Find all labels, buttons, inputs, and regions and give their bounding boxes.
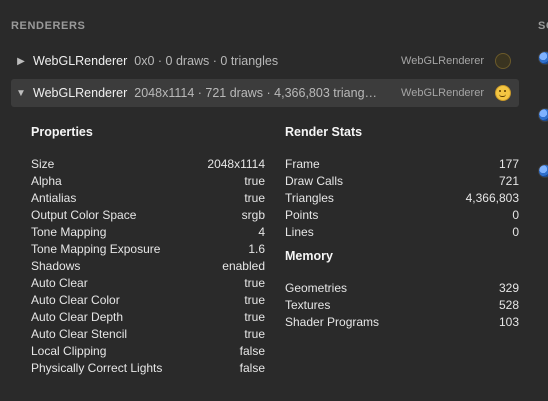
property-key: Tone Mapping Exposure <box>31 242 161 256</box>
property-value: false <box>239 344 265 358</box>
property-row: Draw Calls 721 <box>285 174 519 190</box>
property-row: Auto Clear Stencil true <box>31 327 265 343</box>
property-value: 103 <box>498 315 519 329</box>
property-value: 2048x1114 <box>207 157 265 171</box>
property-key: Auto Clear Color <box>31 293 120 307</box>
property-row: Local Clipping false <box>31 344 265 360</box>
property-key: Output Color Space <box>31 208 137 222</box>
property-value: 4 <box>258 225 265 239</box>
property-key: Shader Programs <box>285 315 380 329</box>
property-value: 4,366,803 <box>465 191 519 205</box>
property-value: true <box>244 276 265 290</box>
property-key: Draw Calls <box>285 174 344 188</box>
property-row: Output Color Space srgb <box>31 208 265 224</box>
emoji-face-icon[interactable] <box>495 53 511 69</box>
render-stats-heading: Render Stats <box>285 125 363 139</box>
property-row: Tone Mapping 4 <box>31 225 265 241</box>
collapse-arrow-icon[interactable]: ▼ <box>13 88 29 99</box>
emoji-face-icon[interactable] <box>495 85 511 101</box>
property-row: Points 0 <box>285 208 519 224</box>
property-value: 528 <box>498 298 519 312</box>
property-key: Geometries <box>285 281 348 295</box>
property-key: Points <box>285 208 319 222</box>
property-value: true <box>244 327 265 341</box>
property-key: Textures <box>285 298 331 312</box>
renderer-info: 0x0 · 0 draws · 0 triangles <box>134 54 279 68</box>
property-row: Physically Correct Lights false <box>31 361 265 377</box>
renderer-row-selected[interactable]: ▼ WebGLRenderer 2048x1114 · 721 draws · … <box>11 79 519 107</box>
property-value: srgb <box>241 208 265 222</box>
renderer-info: 2048x1114 · 721 draws · 4,366,803 triang… <box>134 86 378 100</box>
property-key: Alpha <box>31 174 62 188</box>
property-key: Lines <box>285 225 314 239</box>
property-key: Antialias <box>31 191 77 205</box>
property-row: Auto Clear Depth true <box>31 310 265 326</box>
renderer-name: WebGLRenderer <box>33 86 128 100</box>
property-value: false <box>239 361 265 375</box>
memory-heading: Memory <box>285 249 333 263</box>
property-value: true <box>244 191 265 205</box>
property-value: enabled <box>222 259 265 273</box>
property-value: 177 <box>498 157 519 171</box>
property-value: 0 <box>512 225 519 239</box>
property-row: Alpha true <box>31 174 265 190</box>
property-row: Tone Mapping Exposure 1.6 <box>31 242 265 258</box>
properties-heading: Properties <box>31 125 93 139</box>
globe-icon[interactable] <box>538 51 548 65</box>
property-key: Local Clipping <box>31 344 107 358</box>
property-row: Shadows enabled <box>31 259 265 275</box>
renderer-row[interactable]: ▶ WebGLRenderer 0x0 · 0 draws · 0 triang… <box>11 47 519 75</box>
property-key: Size <box>31 157 55 171</box>
property-key: Physically Correct Lights <box>31 361 163 375</box>
property-value: 329 <box>498 281 519 295</box>
property-key: Auto Clear Stencil <box>31 327 128 341</box>
property-row: Geometries 329 <box>285 281 519 297</box>
property-value: true <box>244 310 265 324</box>
renderer-name: WebGLRenderer <box>33 54 128 68</box>
property-row: Antialias true <box>31 191 265 207</box>
property-value: true <box>244 174 265 188</box>
property-row: Size 2048x1114 <box>31 157 265 173</box>
property-row: Shader Programs 103 <box>285 315 519 331</box>
property-value: true <box>244 293 265 307</box>
property-row: Auto Clear Color true <box>31 293 265 309</box>
property-value: 721 <box>498 174 519 188</box>
globe-icon[interactable] <box>538 108 548 122</box>
property-row: Lines 0 <box>285 225 519 241</box>
property-key: Tone Mapping <box>31 225 107 239</box>
globe-icon[interactable] <box>538 164 548 178</box>
property-row: Auto Clear true <box>31 276 265 292</box>
scene-section-title-truncated: SC <box>538 20 548 32</box>
property-key: Auto Clear <box>31 276 88 290</box>
property-value: 1.6 <box>248 242 265 256</box>
property-key: Auto Clear Depth <box>31 310 124 324</box>
property-row: Triangles 4,366,803 <box>285 191 519 207</box>
property-key: Frame <box>285 157 320 171</box>
renderer-type: WebGLRenderer <box>401 87 484 99</box>
property-row: Textures 528 <box>285 298 519 314</box>
property-key: Shadows <box>31 259 81 273</box>
property-key: Triangles <box>285 191 334 205</box>
expand-arrow-icon[interactable]: ▶ <box>13 56 29 67</box>
property-row: Frame 177 <box>285 157 519 173</box>
renderer-type: WebGLRenderer <box>401 55 484 67</box>
renderers-section-title: RENDERERS <box>11 20 86 32</box>
property-value: 0 <box>512 208 519 222</box>
